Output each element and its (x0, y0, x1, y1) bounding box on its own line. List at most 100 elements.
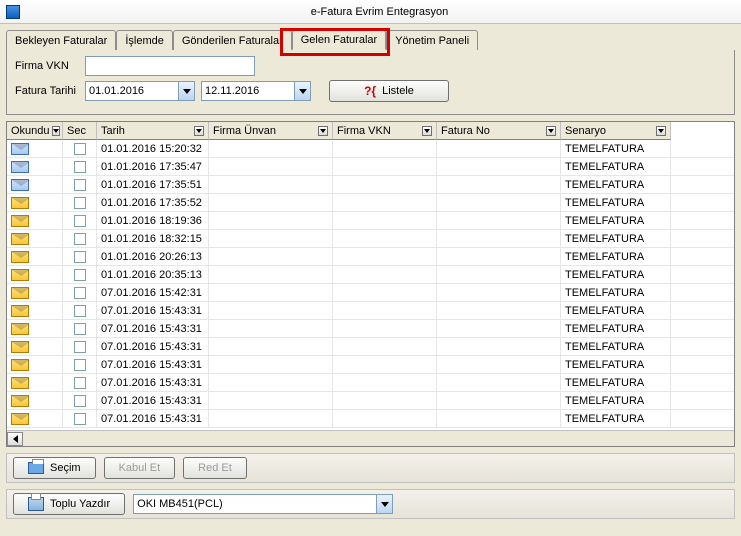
cell-sec[interactable] (63, 266, 97, 283)
table-row[interactable]: 01.01.2016 15:20:32TEMELFATURA (7, 140, 734, 158)
checkbox[interactable] (74, 359, 86, 371)
cell-unvan (209, 140, 333, 157)
cell-senaryo: TEMELFATURA (561, 338, 671, 355)
tab-strip: Bekleyen Faturalar İşlemde Gönderilen Fa… (0, 24, 741, 50)
cell-sec[interactable] (63, 302, 97, 319)
table-row[interactable]: 01.01.2016 17:35:47TEMELFATURA (7, 158, 734, 176)
cell-sec[interactable] (63, 284, 97, 301)
cell-sec[interactable] (63, 248, 97, 265)
checkbox[interactable] (74, 341, 86, 353)
cell-sec[interactable] (63, 338, 97, 355)
cell-sec[interactable] (63, 230, 97, 247)
table-row[interactable]: 01.01.2016 18:32:15TEMELFATURA (7, 230, 734, 248)
checkbox[interactable] (74, 413, 86, 425)
cell-sec[interactable] (63, 374, 97, 391)
chevron-down-icon[interactable] (318, 126, 328, 136)
checkbox[interactable] (74, 269, 86, 281)
scroll-left-button[interactable] (7, 432, 23, 446)
mail-icon (11, 179, 29, 191)
cell-vkn (333, 212, 437, 229)
cell-unvan (209, 230, 333, 247)
table-row[interactable]: 07.01.2016 15:43:31TEMELFATURA (7, 320, 734, 338)
cell-sec[interactable] (63, 194, 97, 211)
checkbox[interactable] (74, 395, 86, 407)
tab-gonderilen[interactable]: Gönderilen Faturalar (173, 30, 292, 50)
cell-sec[interactable] (63, 356, 97, 373)
chevron-down-icon[interactable] (194, 126, 204, 136)
col-senaryo[interactable]: Senaryo (561, 122, 671, 140)
col-vkn[interactable]: Firma VKN (333, 122, 437, 140)
checkbox[interactable] (74, 161, 86, 173)
chevron-down-icon[interactable] (178, 82, 194, 100)
cell-senaryo: TEMELFATURA (561, 302, 671, 319)
chevron-down-icon[interactable] (656, 126, 666, 136)
cell-vkn (333, 338, 437, 355)
col-unvan[interactable]: Firma Ünvan (209, 122, 333, 140)
col-fatno[interactable]: Fatura No (437, 122, 561, 140)
checkbox[interactable] (74, 287, 86, 299)
table-row[interactable]: 07.01.2016 15:43:31TEMELFATURA (7, 410, 734, 428)
cell-sec[interactable] (63, 158, 97, 175)
chevron-down-icon[interactable] (376, 495, 392, 513)
tab-gelen[interactable]: Gelen Faturalar (292, 30, 386, 50)
cell-sec[interactable] (63, 410, 97, 427)
cell-sec[interactable] (63, 392, 97, 409)
cell-sec[interactable] (63, 176, 97, 193)
tab-islemde[interactable]: İşlemde (116, 30, 173, 50)
cell-unvan (209, 194, 333, 211)
red-et-button[interactable]: Red Et (183, 457, 247, 479)
date-from-input[interactable]: 01.01.2016 (85, 81, 195, 101)
table-row[interactable]: 01.01.2016 20:26:13TEMELFATURA (7, 248, 734, 266)
table-row[interactable]: 07.01.2016 15:43:31TEMELFATURA (7, 356, 734, 374)
col-sec[interactable]: Sec (63, 122, 97, 140)
tab-yonetim[interactable]: Yönetim Paneli (386, 30, 478, 50)
table-row[interactable]: 01.01.2016 17:35:52TEMELFATURA (7, 194, 734, 212)
checkbox[interactable] (74, 377, 86, 389)
firma-vkn-input[interactable] (85, 56, 255, 76)
kabul-et-button[interactable]: Kabul Et (104, 457, 176, 479)
checkbox[interactable] (74, 251, 86, 263)
tab-bekleyen[interactable]: Bekleyen Faturalar (6, 30, 116, 50)
chevron-down-icon[interactable] (422, 126, 432, 136)
checkbox[interactable] (74, 305, 86, 317)
checkbox[interactable] (74, 143, 86, 155)
table-row[interactable]: 07.01.2016 15:43:31TEMELFATURA (7, 302, 734, 320)
tab-label: Bekleyen Faturalar (15, 35, 107, 47)
col-okundu[interactable]: Okundu (7, 122, 63, 140)
table-row[interactable]: 07.01.2016 15:43:31TEMELFATURA (7, 374, 734, 392)
chevron-down-icon[interactable] (546, 126, 556, 136)
cell-sec[interactable] (63, 140, 97, 157)
table-row[interactable]: 07.01.2016 15:43:31TEMELFATURA (7, 392, 734, 410)
checkbox[interactable] (74, 197, 86, 209)
chevron-down-icon[interactable] (52, 126, 60, 136)
checkbox[interactable] (74, 323, 86, 335)
horizontal-scrollbar[interactable] (7, 430, 734, 446)
checkbox[interactable] (74, 179, 86, 191)
cell-fatno (437, 374, 561, 391)
listele-button[interactable]: ?{ Listele (329, 80, 449, 102)
printer-select[interactable]: OKI MB451(PCL) (133, 494, 393, 514)
date-to-input[interactable]: 12.11.2016 (201, 81, 311, 101)
secim-button[interactable]: Seçim (13, 457, 96, 479)
checkbox[interactable] (74, 233, 86, 245)
cell-sec[interactable] (63, 212, 97, 229)
table-row[interactable]: 01.01.2016 20:35:13TEMELFATURA (7, 266, 734, 284)
app-icon (6, 5, 20, 19)
cell-fatno (437, 266, 561, 283)
cell-fatno (437, 410, 561, 427)
chevron-down-icon[interactable] (294, 82, 310, 100)
cell-senaryo: TEMELFATURA (561, 356, 671, 373)
table-row[interactable]: 01.01.2016 17:35:51TEMELFATURA (7, 176, 734, 194)
toplu-yazdir-label: Toplu Yazdır (50, 498, 110, 510)
cell-vkn (333, 284, 437, 301)
invoice-grid: Okundu Sec Tarih Firma Ünvan Firma VKN F… (6, 121, 735, 447)
cell-okundu (7, 284, 63, 301)
cell-tarih: 01.01.2016 15:20:32 (97, 140, 209, 157)
col-tarih[interactable]: Tarih (97, 122, 209, 140)
table-row[interactable]: 07.01.2016 15:43:31TEMELFATURA (7, 338, 734, 356)
table-row[interactable]: 01.01.2016 18:19:36TEMELFATURA (7, 212, 734, 230)
toplu-yazdir-button[interactable]: Toplu Yazdır (13, 493, 125, 515)
cell-sec[interactable] (63, 320, 97, 337)
checkbox[interactable] (74, 215, 86, 227)
table-row[interactable]: 07.01.2016 15:42:31TEMELFATURA (7, 284, 734, 302)
